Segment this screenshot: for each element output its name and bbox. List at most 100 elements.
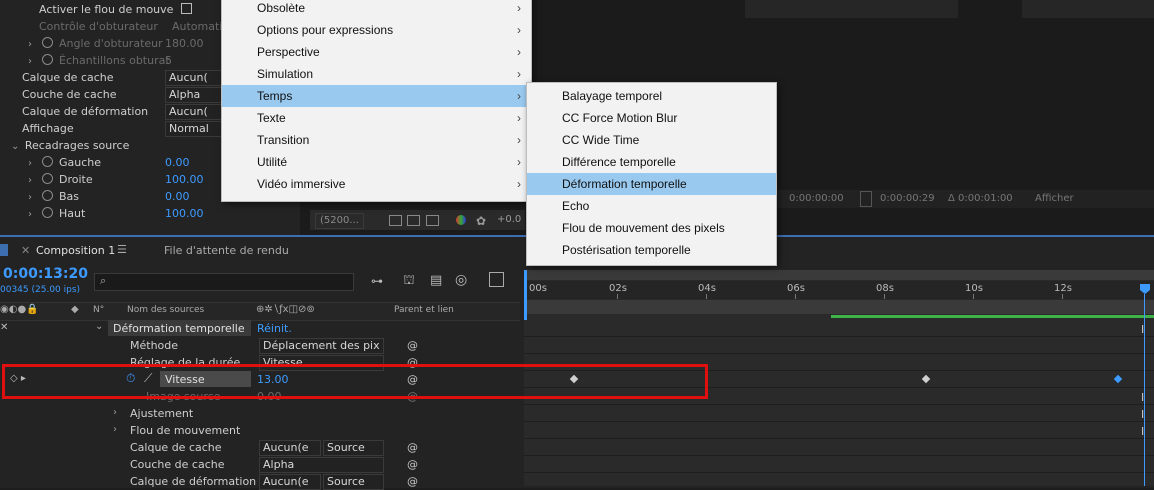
reset-link[interactable]: Réinit. [257,320,292,337]
matte-layer-select[interactable]: Aucun( [165,70,223,86]
chevron-right-icon[interactable]: › [113,424,117,435]
current-timecode[interactable]: 0:00:13:20 [3,266,88,282]
menu-item-time[interactable]: Temps › [222,85,531,107]
effect-name[interactable]: Déformation temporelle [113,320,245,337]
panel-close-icon[interactable] [0,244,8,256]
exposure-value[interactable]: +0.0 [497,214,521,225]
adjust-label[interactable]: Ajustement [130,405,193,422]
chevron-right-icon[interactable]: › [28,192,32,203]
menu-item-obsolete[interactable]: Obsolète › [222,0,531,19]
close-icon[interactable]: ✕ [21,244,30,257]
matte-source-select[interactable]: Source [323,440,384,456]
shutter-angle-value[interactable]: 180.00 [165,35,204,52]
chevron-down-icon[interactable]: ⌄ [95,321,103,332]
ruler-label: 04s [698,283,716,294]
matte-channel-select[interactable]: Alpha [259,457,384,473]
chevron-right-icon[interactable]: › [28,39,32,50]
warp-source-select[interactable]: Source [323,474,384,490]
search-input[interactable]: ⌕ [94,273,354,291]
chevron-right-icon[interactable]: › [28,209,32,220]
shutter-control-value[interactable]: Automatic [172,18,228,35]
ruler-label: 12s [1054,283,1072,294]
draft-3d-icon[interactable]: ⛫ [403,273,415,290]
source-crops-row[interactable]: ⌄ Recadrages source [11,137,129,154]
shutter-samples-value[interactable]: 5 [165,52,172,69]
pickwhip-icon[interactable]: @ [407,458,418,471]
matte-channel-select[interactable]: Alpha [165,87,223,103]
comp-flowchart-icon[interactable]: ⊶ [371,274,383,288]
method-value: Déplacement des pix [263,339,380,352]
bracket-icon[interactable] [860,191,872,207]
submenu-item-timewarp-sweep[interactable]: Balayage temporel [527,85,776,107]
stopwatch-icon[interactable] [41,207,53,218]
pickwhip-icon[interactable]: @ [407,339,418,352]
delete-icon[interactable]: ✕ [0,322,8,333]
submenu-item-timewarp[interactable]: Déformation temporelle [527,173,776,195]
render-queue-tab[interactable]: File d'attente de rendu [164,244,289,257]
submenu-item-pixel-motion-blur[interactable]: Flou de mouvement des pixels [527,217,776,239]
switches-icons[interactable]: ⊕✲∖ƒx◫⊘⊚ [256,304,315,315]
timecode-end: 0:00:00:29 [880,193,935,204]
matte-layer-select[interactable]: Aucun(e [259,440,321,456]
left-value[interactable]: 0.00 [165,154,190,171]
motion-blur-checkbox[interactable] [180,3,192,14]
col-source[interactable]: Nom des sources [127,305,204,315]
channel-icon[interactable] [456,215,466,225]
submenu-item-label: Balayage temporel [562,89,663,103]
menu-icon[interactable]: ☰ [117,243,127,256]
mask-icon[interactable] [426,215,439,226]
chevron-right-icon[interactable]: › [28,56,32,67]
stopwatch-icon[interactable] [41,54,53,65]
zoom-select[interactable]: (5200... [315,213,364,229]
menu-item-perspective[interactable]: Perspective › [222,41,531,63]
row-divider [524,421,1154,422]
region-icon[interactable] [389,215,402,226]
stopwatch-icon[interactable] [41,37,53,48]
label-icon[interactable]: ◆ [71,304,79,315]
composition-tab[interactable]: Composition 1 [36,244,115,257]
chevron-down-icon[interactable]: ⌄ [11,141,19,152]
row-divider [524,336,1154,337]
submenu-item-cc-force-motion-blur[interactable]: CC Force Motion Blur [527,107,776,129]
right-value[interactable]: 100.00 [165,171,204,188]
chevron-right-icon[interactable]: › [28,158,32,169]
menu-item-utility[interactable]: Utilité › [222,151,531,173]
bottom-value[interactable]: 0.00 [165,188,190,205]
motion-blur-group-label[interactable]: Flou de mouvement [130,422,240,439]
chevron-right-icon: › [517,67,521,81]
top-value[interactable]: 100.00 [165,205,204,222]
duration-readout: Δ 0:00:01:00 [948,193,1013,204]
menu-item-simulation[interactable]: Simulation › [222,63,531,85]
warp-layer-select[interactable]: Aucun( [165,104,223,120]
submenu-item-cc-wide-time[interactable]: CC Wide Time [527,129,776,151]
frame-blending-icon[interactable]: ▤ [430,273,442,288]
display-select[interactable]: Normal [165,121,223,137]
work-area-start[interactable] [524,270,527,320]
chevron-right-icon[interactable]: › [28,175,32,186]
display-button[interactable]: Afficher [1035,193,1074,204]
graph-editor-icon[interactable] [489,272,504,287]
submenu-item-echo[interactable]: Echo [527,195,776,217]
stopwatch-icon[interactable] [41,156,53,167]
av-switches-icons[interactable]: ◉◐●🔒 [0,304,39,315]
menu-item-immersive-video[interactable]: Vidéo immersive › [222,173,531,195]
time-navigator[interactable] [524,270,1154,280]
stopwatch-icon[interactable] [41,173,53,184]
grid-icon[interactable] [407,215,420,226]
pickwhip-icon[interactable]: @ [407,475,418,488]
pickwhip-icon[interactable]: @ [407,441,418,454]
method-select[interactable]: Déplacement des pix [259,338,384,354]
motion-blur-icon[interactable]: ◎ [455,272,467,288]
warp-layer-select[interactable]: Aucun(e [259,474,321,490]
work-area-bar[interactable] [524,300,1154,314]
gear-icon[interactable]: ✿ [476,214,486,228]
chevron-right-icon: › [517,1,521,15]
submenu-item-time-difference[interactable]: Différence temporelle [527,151,776,173]
chevron-right-icon[interactable]: › [113,407,117,418]
stopwatch-icon[interactable] [41,190,53,201]
menu-item-text[interactable]: Texte › [222,107,531,129]
menu-item-transition[interactable]: Transition › [222,129,531,151]
submenu-item-posterize-time[interactable]: Postérisation temporelle [527,239,776,261]
playhead-line[interactable] [1144,294,1145,486]
menu-item-expression-controls[interactable]: Options pour expressions › [222,19,531,41]
